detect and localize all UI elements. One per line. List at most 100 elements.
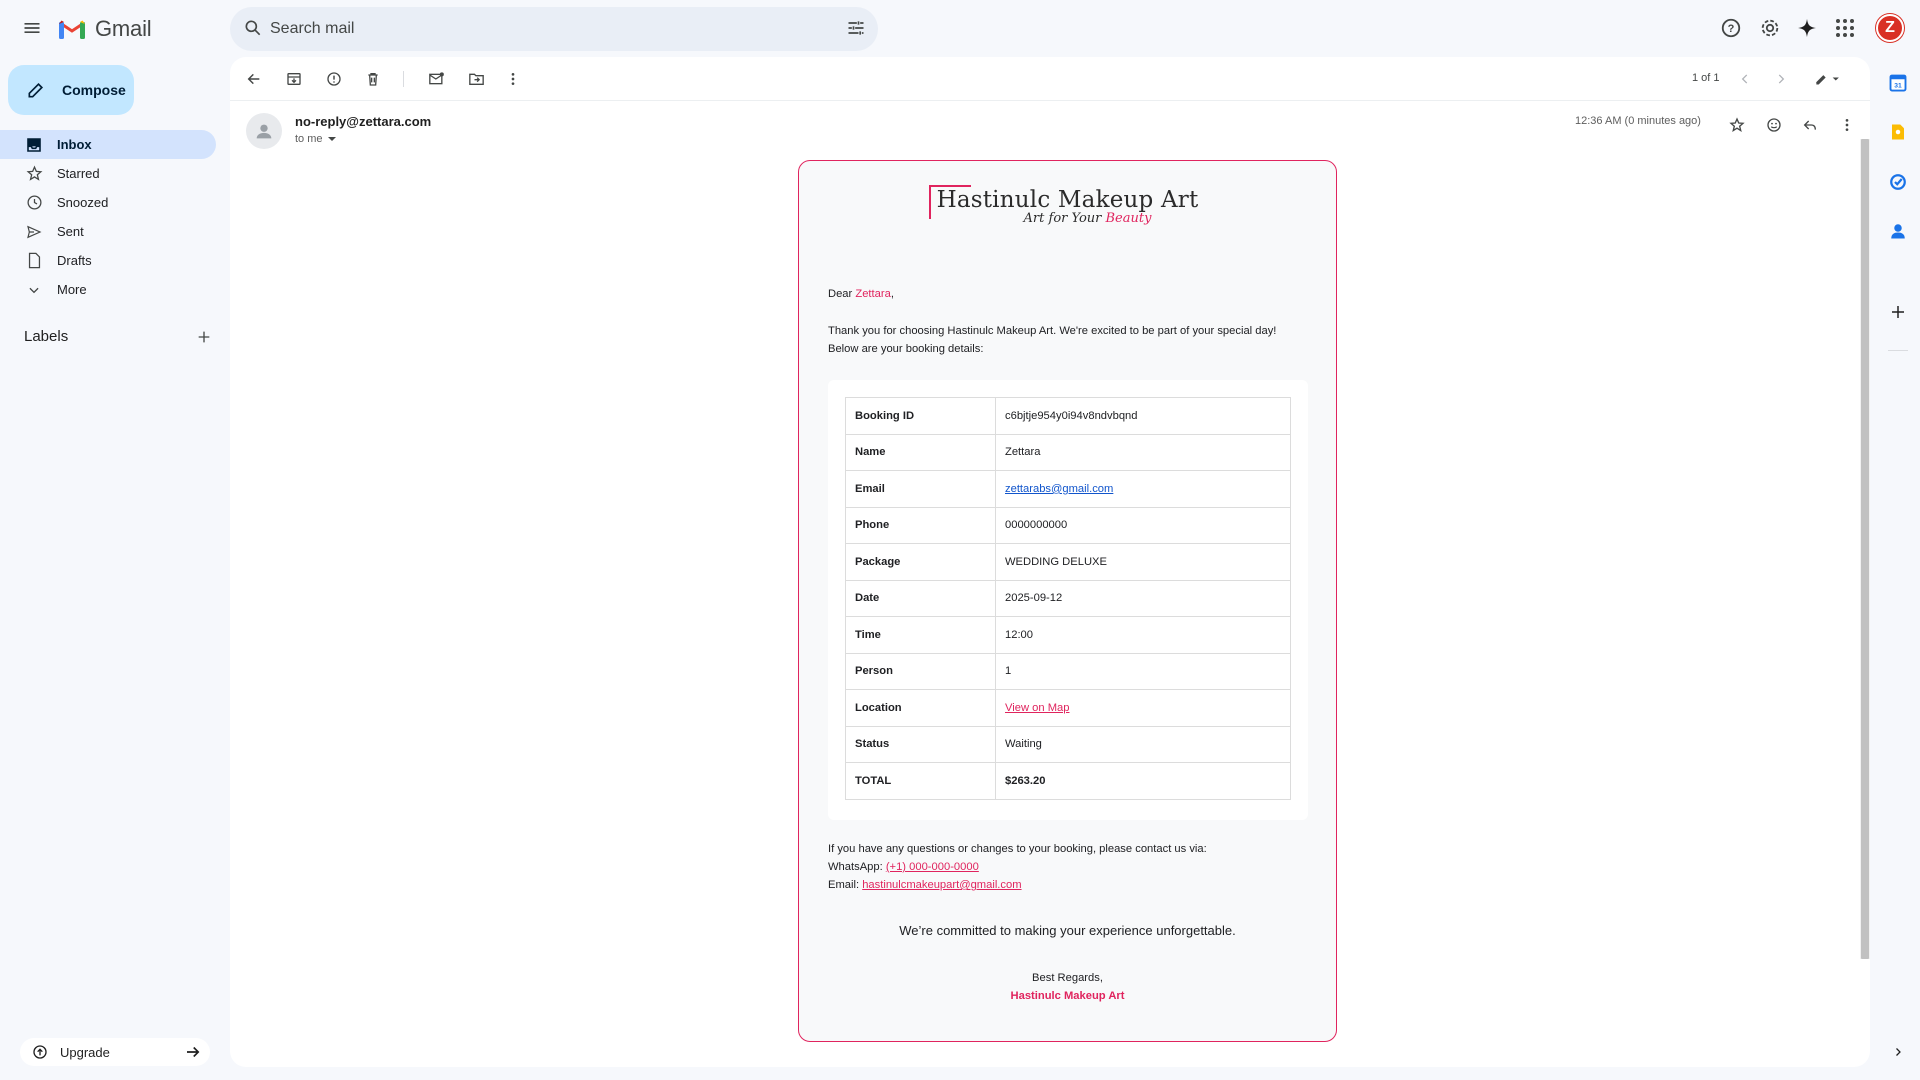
support-button[interactable]: ? (1714, 11, 1748, 45)
more-vert-icon (511, 73, 515, 85)
brand-logo: Hastinulc Makeup Art Art for Your Beauty (799, 185, 1336, 226)
sender-address[interactable]: no-reply@zettara.com (295, 114, 431, 129)
booking-key: Phone (845, 506, 996, 544)
tasks-button[interactable] (1884, 168, 1912, 196)
booking-key: TOTAL (845, 762, 996, 800)
signature: Hastinulc Makeup Art (1010, 990, 1125, 1002)
arrow-right-icon (187, 1046, 200, 1058)
recipient-text: to me (295, 133, 323, 145)
message-timestamp: 12:36 AM (0 minutes ago) (1575, 115, 1701, 127)
intro-line-2: Below are your booking details: (828, 343, 984, 355)
brand-name: Hastinulc Makeup Art (936, 187, 1199, 213)
search-bar (230, 7, 878, 51)
booking-key: Location (845, 689, 996, 727)
search-input[interactable] (270, 15, 810, 43)
mark-unread-button[interactable] (421, 64, 451, 94)
chevron-left-icon (1741, 74, 1748, 84)
show-side-panel-button[interactable] (1884, 1038, 1912, 1066)
archive-button[interactable] (279, 64, 309, 94)
contacts-button[interactable] (1884, 217, 1912, 245)
upgrade-icon (33, 1045, 47, 1059)
get-addons-button[interactable] (1884, 298, 1912, 326)
greeting-suffix: , (890, 288, 894, 300)
table-row: Package WEDDING DELUXE (845, 543, 1291, 581)
upgrade-label: Upgrade (60, 1044, 110, 1060)
regards-text: Best Regards, (1032, 972, 1103, 984)
search-options-icon[interactable] (846, 18, 866, 38)
search-icon[interactable] (243, 18, 263, 38)
older-button[interactable] (1766, 64, 1796, 94)
whatsapp-label: WhatsApp: (828, 861, 886, 873)
plus-icon (1892, 306, 1904, 318)
newer-button[interactable] (1730, 64, 1760, 94)
apps-button[interactable] (1828, 11, 1862, 45)
settings-button[interactable] (1753, 11, 1787, 45)
calendar-button[interactable]: 31 (1884, 69, 1912, 97)
brand-tagline-accent: Beauty (1105, 211, 1152, 226)
intro-text: Thank you for choosing Hastinulc Makeup … (828, 322, 1318, 358)
add-label-icon[interactable] (196, 329, 212, 345)
booking-key: Status (845, 725, 996, 763)
gmail-logo[interactable]: Gmail (58, 16, 152, 42)
sidebar-item-drafts[interactable]: Drafts (0, 246, 216, 275)
view-on-map-link[interactable]: View on Map (1005, 702, 1069, 714)
sidebar-item-sent[interactable]: Sent (0, 217, 216, 246)
chevron-right-icon (1778, 74, 1785, 84)
move-folder-icon (468, 73, 484, 85)
contact-email-line: Email: hastinulcmakeupart@gmail.com (828, 876, 1207, 894)
booking-value: c6bjtje954y0i94v8ndvbqnd (995, 397, 1291, 435)
scrollbar-thumb[interactable] (1861, 139, 1869, 959)
more-actions-button[interactable] (498, 64, 528, 94)
sidebar-item-label: Snoozed (57, 195, 109, 210)
table-row: Email zettarabs@gmail.com (845, 470, 1291, 508)
brand-accent-bracket (928, 185, 971, 219)
chevron-right-icon (1896, 1048, 1901, 1056)
message-more-button[interactable] (1833, 111, 1861, 139)
main-menu-button[interactable] (17, 13, 47, 43)
recipient-details[interactable]: to me (295, 133, 337, 145)
chevron-down-icon (29, 287, 39, 293)
move-to-button[interactable] (461, 64, 491, 94)
sidebar-item-snoozed[interactable]: Snoozed (0, 188, 216, 217)
add-reaction-button[interactable] (1760, 111, 1788, 139)
booking-value: 0000000000 (995, 506, 1291, 544)
table-row: Date 2025-09-12 (845, 579, 1291, 617)
star-icon (26, 165, 42, 181)
sidebar-item-starred[interactable]: Starred (0, 159, 216, 188)
account-avatar[interactable]: Z (1876, 14, 1904, 42)
booking-key: Name (845, 433, 996, 471)
booking-value-cell: zettarabs@gmail.com (995, 470, 1291, 508)
sidebar-item-inbox[interactable]: Inbox (0, 130, 216, 159)
message-view: 1 of 1 no-reply@zettara.com to me 12:36 … (230, 57, 1870, 1067)
intro-line-1: Thank you for choosing Hastinulc Makeup … (828, 325, 1277, 337)
side-panel: 31 (1876, 57, 1920, 1067)
keep-button[interactable] (1884, 118, 1912, 146)
tasks-icon (1890, 174, 1906, 190)
gemini-button[interactable] (1790, 11, 1824, 45)
contact-email-link[interactable]: hastinulcmakeupart@gmail.com (862, 879, 1021, 891)
contact-email-label: Email: (828, 879, 863, 891)
message-header: no-reply@zettara.com to me 12:36 AM (0 m… (230, 109, 1870, 159)
svg-text:?: ? (1728, 23, 1735, 35)
back-button[interactable] (239, 64, 269, 94)
booking-key: Time (845, 616, 996, 654)
sidebar-item-more[interactable]: More (0, 275, 216, 304)
booking-total: $263.20 (995, 762, 1291, 800)
greeting: Dear Zettara, (828, 285, 894, 303)
draft-icon (28, 252, 40, 269)
booking-email-link[interactable]: zettarabs@gmail.com (1005, 483, 1113, 495)
upgrade-button[interactable]: Upgrade (20, 1038, 210, 1066)
table-row: Status Waiting (845, 725, 1291, 763)
whatsapp-link[interactable]: (+1) 000-000-0000 (886, 861, 979, 873)
archive-icon (287, 73, 301, 85)
top-bar: Gmail ? Z (0, 0, 1920, 57)
brand-tagline-part: Art for Your (1023, 211, 1106, 226)
delete-button[interactable] (358, 64, 388, 94)
reply-button[interactable] (1796, 111, 1824, 139)
report-spam-button[interactable] (319, 64, 349, 94)
compose-button[interactable]: Compose (8, 65, 134, 115)
star-button[interactable] (1723, 111, 1751, 139)
input-tools-button[interactable] (1808, 64, 1848, 94)
booking-key: Booking ID (845, 397, 996, 435)
booking-key: Date (845, 579, 996, 617)
